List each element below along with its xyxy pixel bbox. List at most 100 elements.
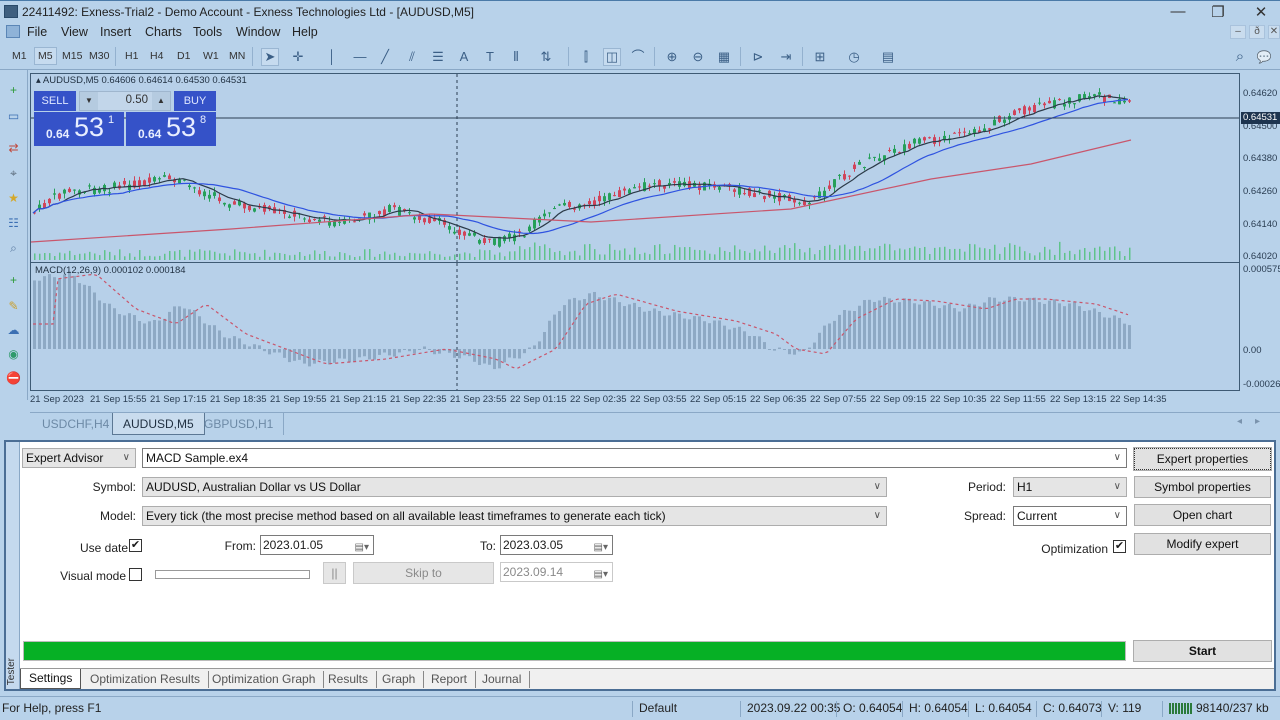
favorites-icon[interactable]: ★ <box>5 190 22 206</box>
new-chart-icon[interactable]: + <box>5 82 22 98</box>
to-date-picker[interactable]: 2023.03.05 ▤▾ <box>500 535 613 555</box>
pause-button[interactable]: || <box>323 562 346 584</box>
chart-tab-usdchf-h4[interactable]: USDCHF,H4 <box>32 413 119 435</box>
market-watch-icon[interactable]: ⇄ <box>5 140 22 156</box>
tab-optimization-results[interactable]: Optimization Results <box>82 671 210 688</box>
period-separators-icon[interactable]: ⦀ <box>508 49 524 65</box>
open-chart-button[interactable]: Open chart <box>1134 504 1271 526</box>
chart-shift-icon[interactable]: ⊳ <box>750 49 766 65</box>
buy-price-box[interactable]: 0.64 53 8 <box>126 112 216 146</box>
tab-graph[interactable]: Graph <box>374 671 425 688</box>
macd-subwindow[interactable] <box>30 262 1240 391</box>
search-icon[interactable]: ⌕ <box>1232 49 1248 65</box>
menu-insert[interactable]: Insert <box>100 25 131 39</box>
menu-help[interactable]: Help <box>292 25 318 39</box>
skip-to-date-picker[interactable]: 2023.09.14 ▤▾ <box>500 562 613 582</box>
trendline-icon[interactable]: ╱ <box>377 49 393 65</box>
chart-window-icon[interactable] <box>6 25 20 38</box>
lot-size-value[interactable]: 0.50 <box>126 94 148 106</box>
menu-view[interactable]: View <box>61 25 88 39</box>
use-date-checkbox[interactable]: ✔ <box>129 539 142 552</box>
expert-select[interactable]: MACD Sample.ex4 ∨ <box>142 448 1127 468</box>
tab-optimization-graph[interactable]: Optimization Graph <box>204 671 325 688</box>
signals-icon[interactable]: ☁ <box>5 322 22 338</box>
text-label-icon[interactable]: T <box>482 49 498 65</box>
bar-chart-icon[interactable]: ⫿ <box>578 49 594 65</box>
menu-tools[interactable]: Tools <box>193 25 222 39</box>
expert-properties-button[interactable]: Expert properties <box>1133 447 1272 471</box>
timeframe-m30[interactable]: M30 <box>89 50 109 62</box>
skip-to-button[interactable]: Skip to <box>353 562 494 584</box>
lot-size-stepper[interactable]: ▼ 0.50 ▲ <box>79 91 171 111</box>
status-profile[interactable]: Default <box>632 701 677 717</box>
menu-charts[interactable]: Charts <box>145 25 182 39</box>
calendar-dropdown-icon[interactable]: ▤▾ <box>594 566 608 584</box>
scroll-left-icon[interactable]: ◂ <box>1237 416 1242 427</box>
menu-window[interactable]: Window <box>236 25 280 39</box>
timeframe-h4[interactable]: H4 <box>150 50 163 62</box>
indicators-dropdown-icon[interactable]: ⊞ <box>812 49 828 65</box>
mdi-restore-button[interactable]: ð <box>1249 25 1265 39</box>
lot-increase-icon[interactable]: ▲ <box>152 92 170 110</box>
spread-select[interactable]: Current ∨ <box>1013 506 1127 526</box>
menu-file[interactable]: File <box>27 25 47 39</box>
timeframe-m1[interactable]: M1 <box>12 50 27 62</box>
fibonacci-icon[interactable]: ☰ <box>430 49 446 65</box>
close-button[interactable]: ✕ <box>1246 3 1276 21</box>
tab-journal[interactable]: Journal <box>474 671 531 688</box>
chart-tab-audusd-m5[interactable]: AUDUSD,M5 <box>112 413 205 435</box>
timeframe-m15[interactable]: M15 <box>62 50 82 62</box>
calendar-dropdown-icon[interactable]: ▤▾ <box>355 539 369 557</box>
period-select[interactable]: H1 ∨ <box>1013 477 1127 497</box>
crosshair-icon[interactable]: ✛ <box>290 49 306 65</box>
scroll-right-icon[interactable]: ▸ <box>1255 416 1260 427</box>
optimization-checkbox[interactable]: ✔ <box>1113 540 1126 553</box>
equidistant-channel-icon[interactable]: ⫽ <box>404 49 420 65</box>
vertical-line-icon[interactable]: │ <box>324 49 340 65</box>
candlestick-icon[interactable]: ◫ <box>603 48 621 66</box>
crosshair-nav-icon[interactable]: ⌖ <box>5 165 22 181</box>
profiles-icon[interactable]: ▭ <box>5 108 22 124</box>
calendar-dropdown-icon[interactable]: ▤▾ <box>594 539 608 557</box>
tab-report[interactable]: Report <box>423 671 477 688</box>
zoom-in-icon[interactable]: ⊕ <box>664 49 680 65</box>
visual-speed-slider[interactable] <box>155 570 310 579</box>
timeframe-mn[interactable]: MN <box>229 50 245 62</box>
model-select[interactable]: Every tick (the most precise method base… <box>142 506 887 526</box>
tile-windows-icon[interactable]: ▦ <box>716 49 732 65</box>
vps-icon[interactable]: ⛔ <box>5 370 22 386</box>
modify-expert-button[interactable]: Modify expert <box>1134 533 1271 555</box>
radio-icon[interactable]: ◉ <box>5 346 22 362</box>
autoscroll-icon[interactable]: ⇥ <box>778 49 794 65</box>
lot-decrease-icon[interactable]: ▼ <box>80 92 98 110</box>
cursor-icon[interactable]: ➤ <box>261 48 279 66</box>
sell-price-box[interactable]: 0.64 53 1 <box>34 112 124 146</box>
start-button[interactable]: Start <box>1133 640 1272 662</box>
metaeditor-icon[interactable]: ✎ <box>5 298 22 314</box>
new-order-icon[interactable]: + <box>5 272 22 288</box>
tab-results[interactable]: Results <box>320 671 378 688</box>
zoom-out-icon[interactable]: ⊖ <box>690 49 706 65</box>
text-icon[interactable]: A <box>456 49 472 65</box>
symbol-select[interactable]: AUDUSD, Australian Dollar vs US Dollar ∨ <box>142 477 887 497</box>
tab-settings[interactable]: Settings <box>20 669 82 689</box>
timeframe-h1[interactable]: H1 <box>125 50 138 62</box>
horizontal-line-icon[interactable]: — <box>352 49 368 65</box>
timeframe-w1[interactable]: W1 <box>203 50 219 62</box>
arrows-dropdown-icon[interactable]: ⇅ <box>538 49 554 65</box>
buy-button[interactable]: BUY <box>174 91 216 111</box>
templates-dropdown-icon[interactable]: ▤ <box>880 49 896 65</box>
tester-side-tab[interactable]: Tester <box>6 442 20 689</box>
minimize-button[interactable]: — <box>1163 3 1193 20</box>
chart-tab-gbpusd-h1[interactable]: GBPUSD,H1 <box>194 413 285 435</box>
data-window-icon[interactable]: ☷ <box>5 215 22 231</box>
timeframe-d1[interactable]: D1 <box>177 50 190 62</box>
from-date-picker[interactable]: 2023.01.05 ▤▾ <box>260 535 374 555</box>
symbol-properties-button[interactable]: Symbol properties <box>1134 476 1271 498</box>
periods-dropdown-icon[interactable]: ◷ <box>846 49 862 65</box>
visual-mode-checkbox[interactable] <box>129 568 142 581</box>
line-chart-icon[interactable]: ⌒ <box>630 49 646 65</box>
mdi-close-button[interactable]: ✕ <box>1268 25 1280 39</box>
restore-button[interactable]: ❐ <box>1203 3 1233 21</box>
mdi-minimize-button[interactable]: – <box>1230 25 1246 39</box>
